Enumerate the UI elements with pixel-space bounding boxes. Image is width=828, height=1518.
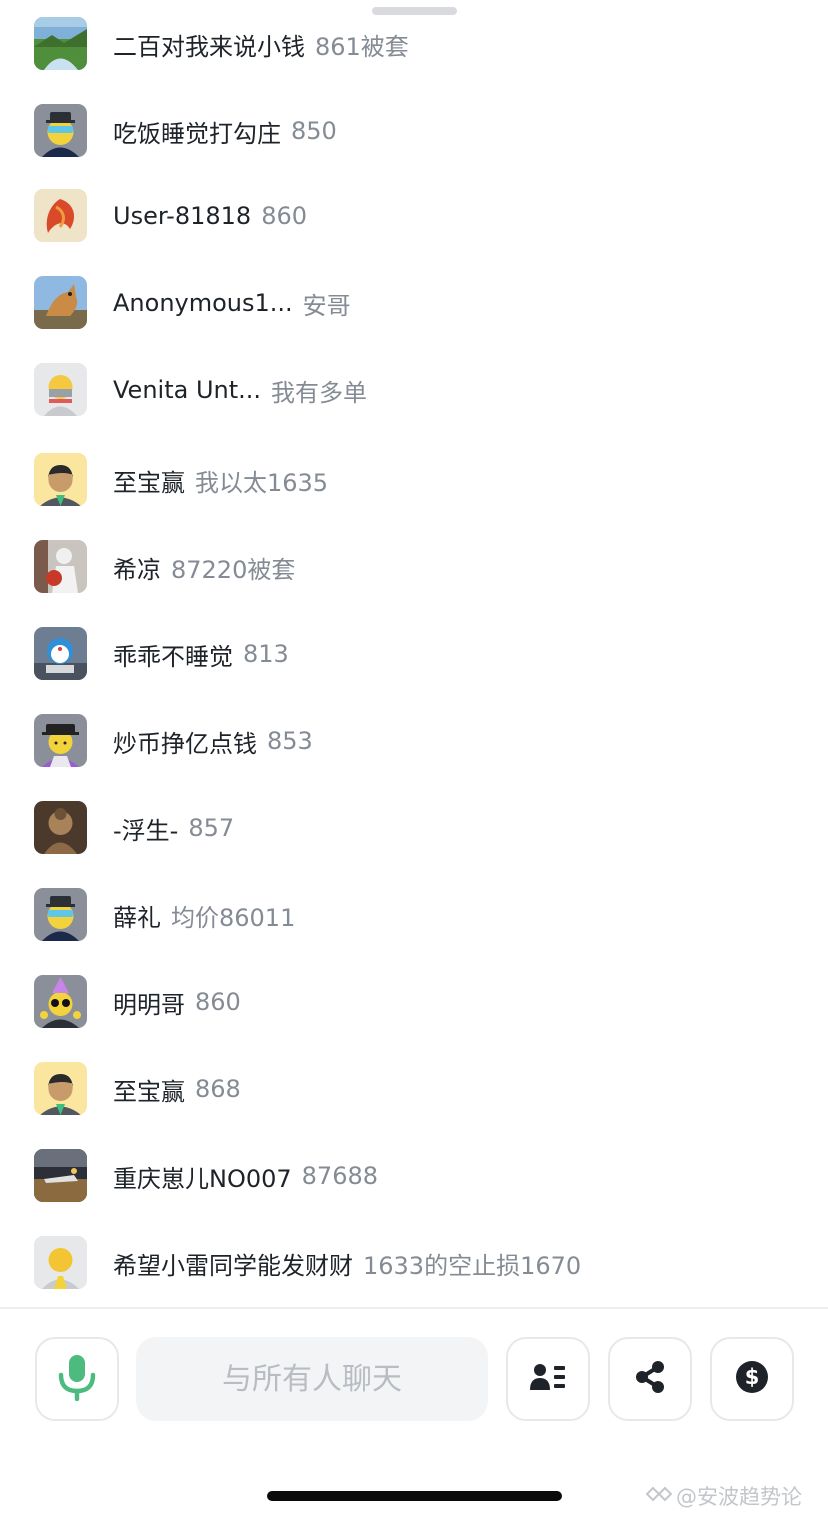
- watermark-text: @安波趋势论: [676, 1485, 802, 1509]
- message-content: 87220被套: [171, 555, 296, 584]
- message-nickname: 希凉: [113, 555, 161, 584]
- microphone-icon: [55, 1353, 99, 1405]
- user-avatar[interactable]: [34, 801, 87, 854]
- chat-message-row: -浮生- 857: [0, 793, 828, 863]
- message-nickname: 炒币挣亿点钱: [113, 729, 257, 758]
- message-content: 850: [291, 117, 337, 145]
- chat-message-row: 明明哥 860: [0, 967, 828, 1037]
- user-avatar[interactable]: [34, 189, 87, 242]
- user-avatar[interactable]: [34, 627, 87, 680]
- user-avatar[interactable]: [34, 276, 87, 329]
- chat-message-row: User-81818 860: [0, 181, 828, 251]
- chat-message-row: 炒币挣亿点钱 853: [0, 706, 828, 776]
- message-nickname: 吃饭睡觉打勾庄: [113, 119, 281, 148]
- user-avatar[interactable]: [34, 888, 87, 941]
- chat-message-row: 重庆崽儿NO007 87688: [0, 1141, 828, 1211]
- message-nickname: 至宝赢: [113, 468, 185, 497]
- message-nickname: Anonymous1...: [113, 289, 293, 317]
- participants-list-icon: [530, 1362, 566, 1396]
- chat-input[interactable]: [136, 1337, 488, 1421]
- message-content: 我有多单: [271, 378, 368, 407]
- message-nickname: 希望小雷同学能发财财: [113, 1251, 353, 1280]
- watermark-logo-icon: [645, 1485, 673, 1508]
- message-content: 1633的空止损1670: [363, 1251, 582, 1280]
- message-content: 安哥: [302, 291, 351, 320]
- message-nickname: 至宝赢: [113, 1077, 185, 1106]
- message-nickname: 薛礼: [113, 903, 161, 932]
- watermark: @安波趋势论: [645, 1481, 802, 1511]
- message-nickname: 重庆崽儿NO007: [113, 1164, 292, 1193]
- chat-message-row: 希凉 87220被套: [0, 532, 828, 602]
- message-nickname: 二百对我来说小钱: [113, 32, 305, 61]
- user-avatar[interactable]: [34, 1236, 87, 1289]
- toolbar-divider: [0, 1307, 828, 1309]
- chat-message-row: Anonymous1... 安哥: [0, 268, 828, 338]
- microphone-button[interactable]: [35, 1337, 119, 1421]
- message-nickname: -浮生-: [113, 816, 179, 845]
- chat-message-row: 至宝赢 我以太1635: [0, 445, 828, 515]
- user-avatar[interactable]: [34, 1149, 87, 1202]
- chat-message-list[interactable]: 二百对我来说小钱 861被套 吃饭睡觉打勾庄 850 User-81818 860 A…: [0, 0, 828, 1306]
- user-avatar[interactable]: [34, 363, 87, 416]
- chat-message-row: 薛礼 均价86011: [0, 880, 828, 950]
- user-avatar[interactable]: [34, 540, 87, 593]
- user-avatar[interactable]: [34, 104, 87, 157]
- message-content: 857: [188, 814, 235, 842]
- chat-message-row: 吃饭睡觉打勾庄 850: [0, 96, 828, 166]
- chat-message-row: 希望小雷同学能发财财 1633的空止损1670: [0, 1228, 828, 1298]
- home-indicator[interactable]: [267, 1491, 562, 1501]
- message-content: 860: [261, 202, 307, 230]
- chat-message-row: 至宝赢 868: [0, 1054, 828, 1124]
- tip-button[interactable]: $: [710, 1337, 794, 1421]
- message-content: 853: [267, 727, 313, 755]
- dollar-tip-icon: $: [735, 1360, 769, 1398]
- message-content: 860: [195, 988, 241, 1016]
- user-avatar[interactable]: [34, 453, 87, 506]
- chat-message-row: Venita Unt... 我有多单: [0, 355, 828, 425]
- chat-message-row: 乖乖不睡觉 813: [0, 619, 828, 689]
- user-avatar[interactable]: [34, 714, 87, 767]
- message-nickname: 乖乖不睡觉: [113, 642, 233, 671]
- user-avatar[interactable]: [34, 1062, 87, 1115]
- share-button[interactable]: [608, 1337, 692, 1421]
- svg-text:$: $: [745, 1365, 760, 1389]
- share-icon: [634, 1360, 666, 1398]
- message-content: 我以太1635: [195, 468, 329, 497]
- message-content: 861被套: [315, 32, 409, 61]
- user-avatar[interactable]: [34, 975, 87, 1028]
- message-nickname: Venita Unt...: [113, 376, 262, 404]
- message-content: 均价86011: [171, 903, 296, 932]
- message-nickname: User-81818: [113, 202, 252, 230]
- message-content: 868: [195, 1075, 241, 1103]
- message-content: 813: [243, 640, 289, 668]
- message-nickname: 明明哥: [113, 990, 185, 1019]
- user-avatar[interactable]: [34, 17, 87, 70]
- participants-button[interactable]: [506, 1337, 590, 1421]
- chat-message-row: 二百对我来说小钱 861被套: [0, 9, 828, 79]
- message-content: 87688: [301, 1162, 379, 1190]
